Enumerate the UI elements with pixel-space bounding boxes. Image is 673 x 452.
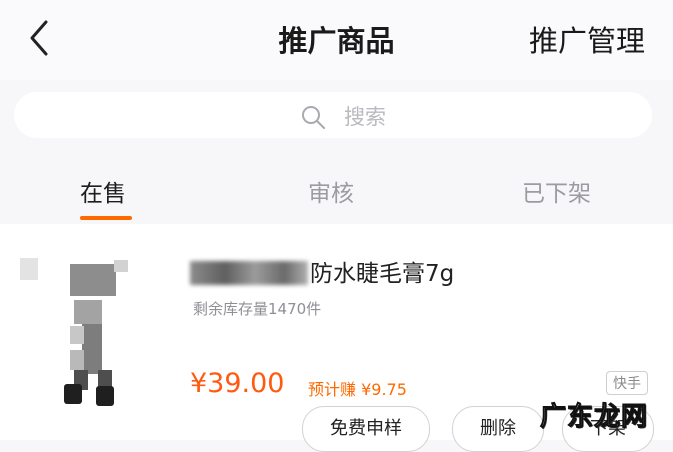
status-tabs: 在售 审核 已下架	[0, 160, 673, 224]
product-thumbnail[interactable]	[18, 244, 138, 420]
free-sample-button[interactable]: 免费申样	[302, 406, 430, 452]
product-title[interactable]: 防水睫毛膏7g	[190, 254, 454, 288]
tab-off-shelf[interactable]: 已下架	[522, 174, 591, 208]
search-bar[interactable]: 搜索	[14, 92, 652, 138]
watermark: 广东龙网	[539, 402, 649, 433]
stock-info: 剩余库存量1470件	[193, 300, 322, 318]
header-bar: 推广商品 推广管理	[0, 0, 673, 80]
promotion-manage-link[interactable]: 推广管理	[529, 18, 645, 60]
search-placeholder: 搜索	[344, 105, 386, 129]
tab-on-sale[interactable]: 在售	[80, 174, 126, 208]
platform-badge: 快手	[606, 371, 648, 395]
product-price: ¥39.00	[190, 368, 285, 399]
estimated-commission: 预计赚 ¥9.75	[308, 380, 407, 399]
active-tab-indicator	[80, 216, 132, 220]
search-icon	[302, 106, 325, 129]
tab-review[interactable]: 审核	[308, 174, 354, 208]
blurred-title-prefix	[190, 261, 308, 285]
delete-button[interactable]: 删除	[452, 406, 544, 452]
